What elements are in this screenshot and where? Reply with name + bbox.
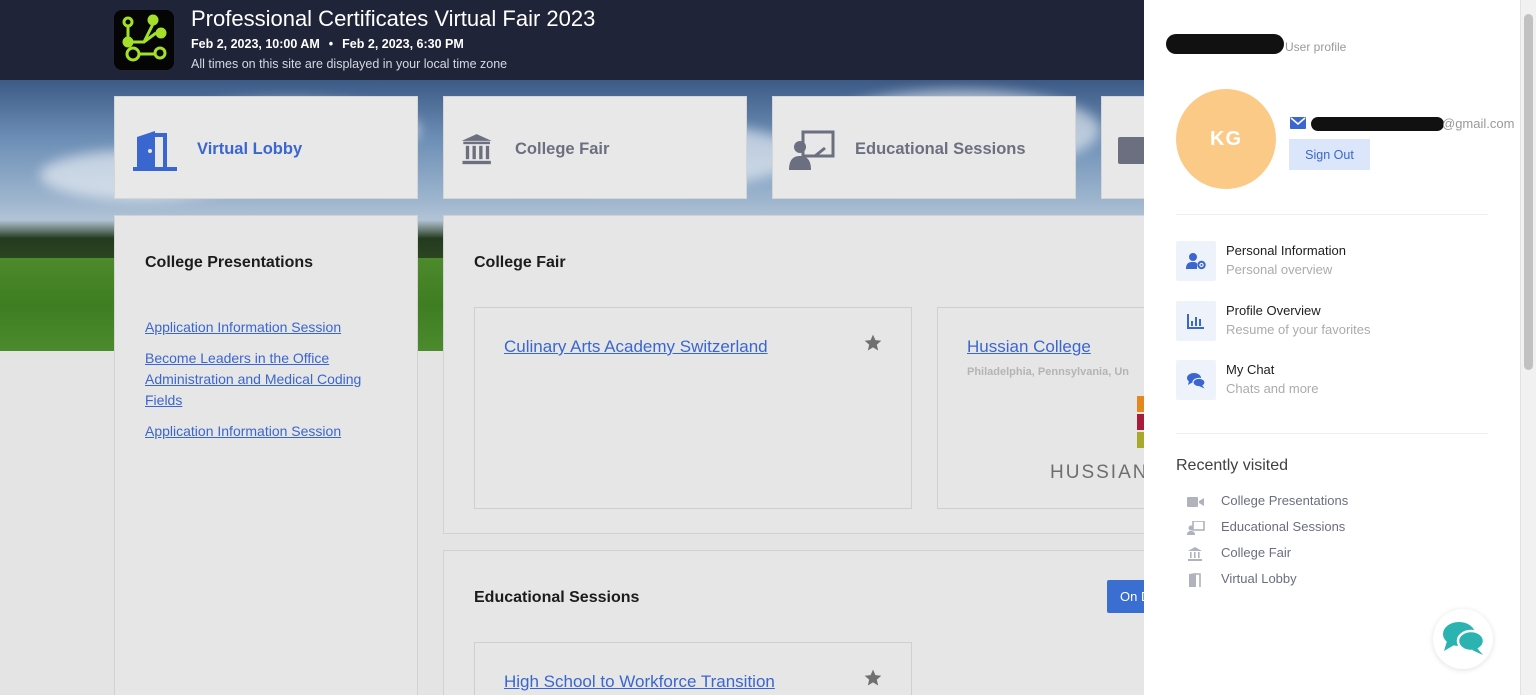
presentation-link[interactable]: Application Information Session (145, 317, 385, 338)
event-dates: Feb 2, 2023, 10:00 AM • Feb 2, 2023, 6:30 … (191, 37, 464, 51)
menu-title: My Chat (1226, 362, 1275, 377)
panel-title: College Fair (474, 254, 566, 271)
event-start: Feb 2, 2023, 10:00 AM (191, 37, 320, 51)
network-nodes-logo (122, 14, 167, 62)
nav-educational-sessions[interactable]: Educational Sessions (772, 96, 1076, 199)
college-presentations-panel: College Presentations Application Inform… (114, 215, 418, 695)
menu-subtitle: Personal overview (1226, 262, 1333, 277)
menu-subtitle: Resume of your favorites (1226, 322, 1371, 337)
nav-virtual-lobby[interactable]: Virtual Lobby (114, 96, 418, 199)
session-card[interactable]: High School to Workforce Transition (474, 642, 912, 695)
divider (1176, 433, 1488, 434)
nav-label: College Fair (515, 140, 610, 158)
chat-launcher-button[interactable] (1433, 609, 1493, 669)
door-icon (133, 131, 177, 171)
event-title: Professional Certificates Virtual Fair 2… (191, 6, 596, 31)
timezone-note: All times on this site are displayed in … (191, 57, 508, 71)
college-name-link[interactable]: Culinary Arts Academy Switzerland (504, 337, 768, 357)
user-gear-icon (1186, 253, 1206, 270)
menu-icon-box (1176, 360, 1216, 400)
page-scrollbar[interactable] (1520, 0, 1536, 695)
presenter-icon (789, 130, 835, 170)
college-logo-text: HUSSIAN (1050, 462, 1149, 483)
nav-label: Educational Sessions (855, 140, 1026, 158)
nav-college-fair[interactable]: College Fair (443, 96, 747, 199)
college-card[interactable]: Culinary Arts Academy Switzerland (474, 307, 912, 509)
nav-label: Virtual Lobby (197, 140, 303, 158)
menu-personal-information[interactable]: Personal Information Personal overview (1176, 241, 1488, 283)
mail-icon (1290, 117, 1306, 129)
recent-college-presentations[interactable]: College Presentations (1187, 492, 1387, 512)
scrollbar-thumb[interactable] (1524, 14, 1533, 370)
recent-label: College Presentations (1221, 493, 1349, 508)
divider (1176, 214, 1488, 215)
redacted-email (1311, 117, 1444, 131)
recent-label: Educational Sessions (1221, 519, 1346, 534)
presentation-links: Application Information Session Become L… (145, 317, 385, 442)
door-icon (1189, 573, 1201, 587)
bar-chart-icon (1187, 314, 1204, 329)
redacted-username (1166, 34, 1284, 54)
favorite-star-icon[interactable] (863, 333, 883, 353)
panel-title: Educational Sessions (474, 589, 640, 606)
menu-subtitle: Chats and more (1226, 381, 1319, 396)
menu-icon-box (1176, 241, 1216, 281)
institution-icon (461, 134, 492, 165)
menu-title: Personal Information (1226, 243, 1346, 258)
favorite-star-icon[interactable] (863, 668, 883, 688)
email-domain: @gmail.com (1442, 116, 1515, 131)
recent-college-fair[interactable]: College Fair (1187, 544, 1387, 564)
menu-profile-overview[interactable]: Profile Overview Resume of your favorite… (1176, 301, 1488, 343)
educational-sessions-panel: Educational Sessions High School to Work… (443, 550, 1163, 695)
recent-virtual-lobby[interactable]: Virtual Lobby (1187, 570, 1387, 590)
panel-title: College Presentations (145, 254, 314, 271)
date-separator: • (328, 37, 334, 51)
presentation-link[interactable]: Application Information Session (145, 421, 385, 442)
presenter-icon (1187, 521, 1205, 535)
sign-out-button[interactable]: Sign Out (1289, 139, 1370, 170)
recent-educational-sessions[interactable]: Educational Sessions (1187, 518, 1387, 538)
presentation-link[interactable]: Become Leaders in the Office Administrat… (145, 348, 385, 411)
chat-bubbles-icon (1187, 373, 1206, 389)
chat-bubbles-icon (1443, 622, 1486, 655)
recently-visited-title: Recently visited (1176, 457, 1289, 474)
institution-icon (1188, 547, 1202, 561)
event-end: Feb 2, 2023, 6:30 PM (342, 37, 464, 51)
college-location: Philadelphia, Pennsylvania, Un (967, 366, 1129, 378)
event-logo[interactable] (114, 10, 174, 70)
recent-label: College Fair (1221, 545, 1292, 560)
college-fair-panel: College Fair Culinary Arts Academy Switz… (443, 215, 1197, 534)
session-name-link[interactable]: High School to Workforce Transition (504, 672, 775, 692)
college-name-link[interactable]: Hussian College (967, 337, 1091, 357)
menu-my-chat[interactable]: My Chat Chats and more (1176, 360, 1488, 402)
avatar: KG (1176, 89, 1276, 189)
user-profile-label: User profile (1285, 40, 1347, 54)
recent-label: Virtual Lobby (1221, 571, 1297, 586)
menu-title: Profile Overview (1226, 303, 1321, 318)
video-camera-icon (1187, 497, 1204, 507)
menu-icon-box (1176, 301, 1216, 341)
